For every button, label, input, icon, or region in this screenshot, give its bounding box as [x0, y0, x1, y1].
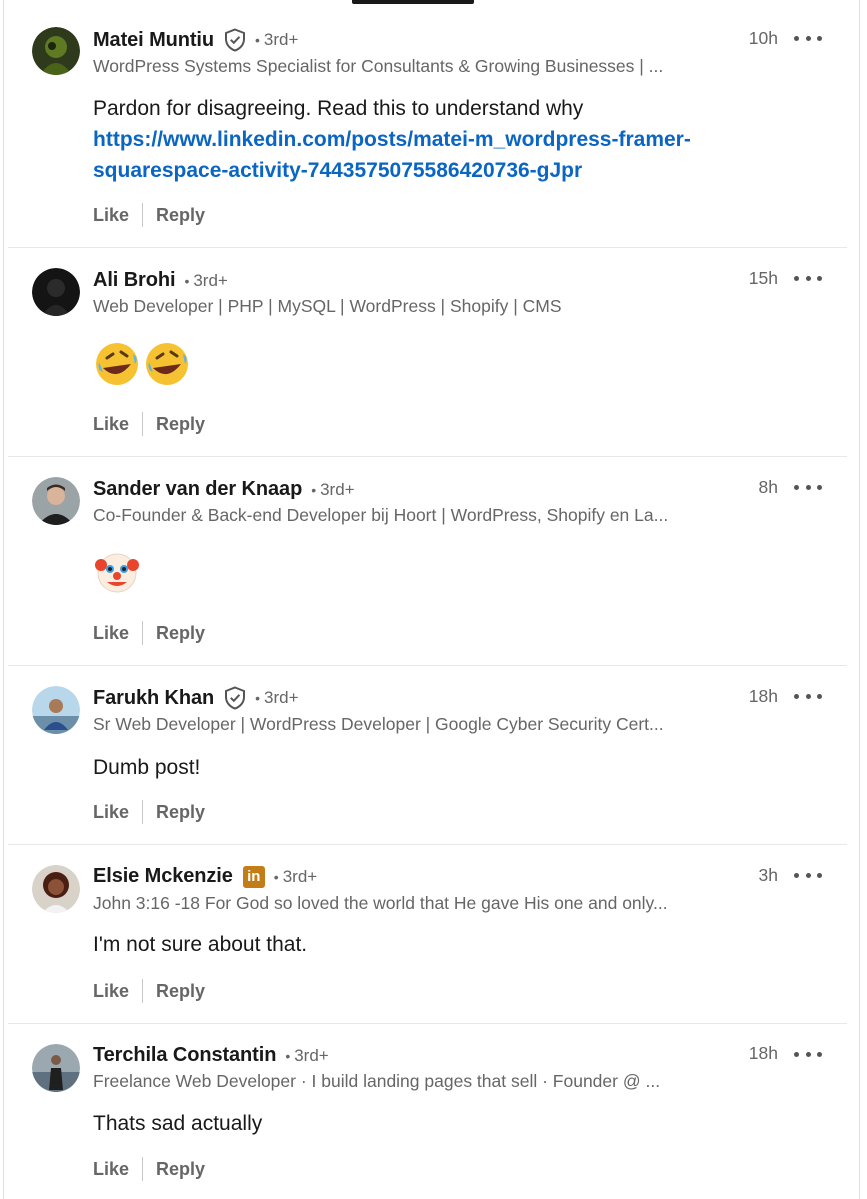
- more-options-icon[interactable]: [794, 1047, 822, 1061]
- like-button[interactable]: Like: [93, 1159, 129, 1180]
- more-options-icon[interactable]: [794, 31, 822, 45]
- active-tab-indicator: [352, 0, 474, 4]
- like-button[interactable]: Like: [93, 414, 129, 435]
- comment-link-line2[interactable]: squarespace-activity-7443575075586420736…: [93, 155, 773, 186]
- connection-degree: 3rd+: [193, 270, 228, 290]
- separator-dot: •: [311, 481, 317, 498]
- reply-button[interactable]: Reply: [156, 981, 205, 1002]
- action-divider: [142, 621, 144, 645]
- avatar[interactable]: [32, 865, 80, 913]
- action-divider: [142, 203, 144, 227]
- connection-degree: 3rd+: [294, 1045, 329, 1065]
- like-button[interactable]: Like: [93, 802, 129, 823]
- linkedin-premium-icon: in: [242, 865, 265, 888]
- linkedin-premium-label: in: [242, 865, 265, 888]
- more-options-icon[interactable]: [794, 868, 822, 882]
- emoji-reaction-text: [93, 548, 141, 596]
- commenter-headline: Co-Founder & Back-end Developer bij Hoor…: [93, 505, 669, 525]
- separator-dot: •: [255, 690, 261, 706]
- comment-link[interactable]: https://www.linkedin.com/posts/matei-m_w…: [93, 124, 773, 186]
- commenter-name[interactable]: Ali Brohi: [93, 269, 176, 292]
- reply-button[interactable]: Reply: [156, 1159, 205, 1180]
- comment-timestamp: 10h: [748, 28, 778, 48]
- comment-divider: [8, 665, 847, 666]
- action-divider: [142, 1157, 144, 1181]
- commenter-name[interactable]: Elsie Mckenzie: [93, 865, 233, 888]
- avatar[interactable]: [32, 1044, 80, 1092]
- comment-text: Dumb post!: [93, 756, 201, 779]
- avatar[interactable]: [32, 686, 80, 734]
- comment-timestamp: 3h: [758, 865, 778, 885]
- separator-dot: •: [273, 868, 279, 885]
- comment-link-line1[interactable]: https://www.linkedin.com/posts/matei-m_w…: [93, 124, 773, 155]
- commenter-name[interactable]: Terchila Constantin: [93, 1044, 276, 1067]
- commenter-headline: John 3:16 -18 For God so loved the world…: [93, 893, 668, 913]
- verified-shield-icon: [224, 28, 246, 52]
- separator-dot: •: [285, 1047, 291, 1064]
- like-button[interactable]: Like: [93, 205, 129, 226]
- verified-shield-icon: [224, 686, 246, 710]
- connection-degree: 3rd+: [264, 688, 299, 707]
- reply-button[interactable]: Reply: [156, 802, 205, 823]
- commenter-headline: Sr Web Developer | WordPress Developer |…: [93, 714, 664, 734]
- more-options-icon[interactable]: [794, 689, 822, 703]
- avatar[interactable]: [32, 27, 80, 75]
- reply-button[interactable]: Reply: [156, 205, 205, 226]
- action-divider: [142, 979, 144, 1003]
- connection-degree: 3rd+: [320, 479, 355, 499]
- rolling-laughing-emoji: [146, 343, 188, 385]
- avatar[interactable]: [32, 268, 80, 316]
- commenter-headline: Freelance Web Developer · I build landin…: [93, 1071, 661, 1091]
- commenter-name[interactable]: Matei Muntiu: [93, 29, 214, 52]
- connection-degree: 3rd+: [282, 866, 318, 886]
- separator-dot: •: [255, 32, 260, 48]
- action-divider: [142, 412, 144, 436]
- more-options-icon[interactable]: [794, 480, 822, 494]
- avatar[interactable]: [32, 477, 80, 525]
- comment-timestamp: 18h: [748, 1043, 778, 1063]
- clown-face-emoji: [95, 553, 139, 593]
- more-options-icon[interactable]: [794, 271, 822, 285]
- emoji-reaction-text: [93, 340, 191, 388]
- comment-text: I'm not sure about that.: [93, 933, 308, 956]
- commenter-headline: Web Developer | PHP | MySQL | WordPress …: [93, 296, 562, 316]
- comment-divider: [8, 1023, 847, 1024]
- comment-text: Thats sad actually: [93, 1112, 263, 1135]
- comment-timestamp: 18h: [748, 686, 778, 706]
- commenter-name[interactable]: Farukh Khan: [93, 687, 214, 710]
- reply-button[interactable]: Reply: [156, 623, 205, 644]
- comment-timestamp: 15h: [748, 268, 778, 288]
- rolling-laughing-emoji: [96, 343, 138, 385]
- commenter-name[interactable]: Sander van der Knaap: [93, 478, 302, 501]
- connection-degree: 3rd+: [263, 30, 299, 49]
- like-button[interactable]: Like: [93, 981, 129, 1002]
- separator-dot: •: [184, 272, 190, 289]
- action-divider: [142, 800, 144, 824]
- like-button[interactable]: Like: [93, 623, 129, 644]
- comment-timestamp: 8h: [758, 477, 778, 497]
- comment-divider: [8, 456, 847, 457]
- commenter-headline: WordPress Systems Specialist for Consult…: [93, 56, 664, 76]
- comment-text: Pardon for disagreeing. Read this to und…: [93, 97, 584, 120]
- comment-divider: [8, 844, 847, 845]
- reply-button[interactable]: Reply: [156, 414, 205, 435]
- comment-divider: [8, 247, 847, 248]
